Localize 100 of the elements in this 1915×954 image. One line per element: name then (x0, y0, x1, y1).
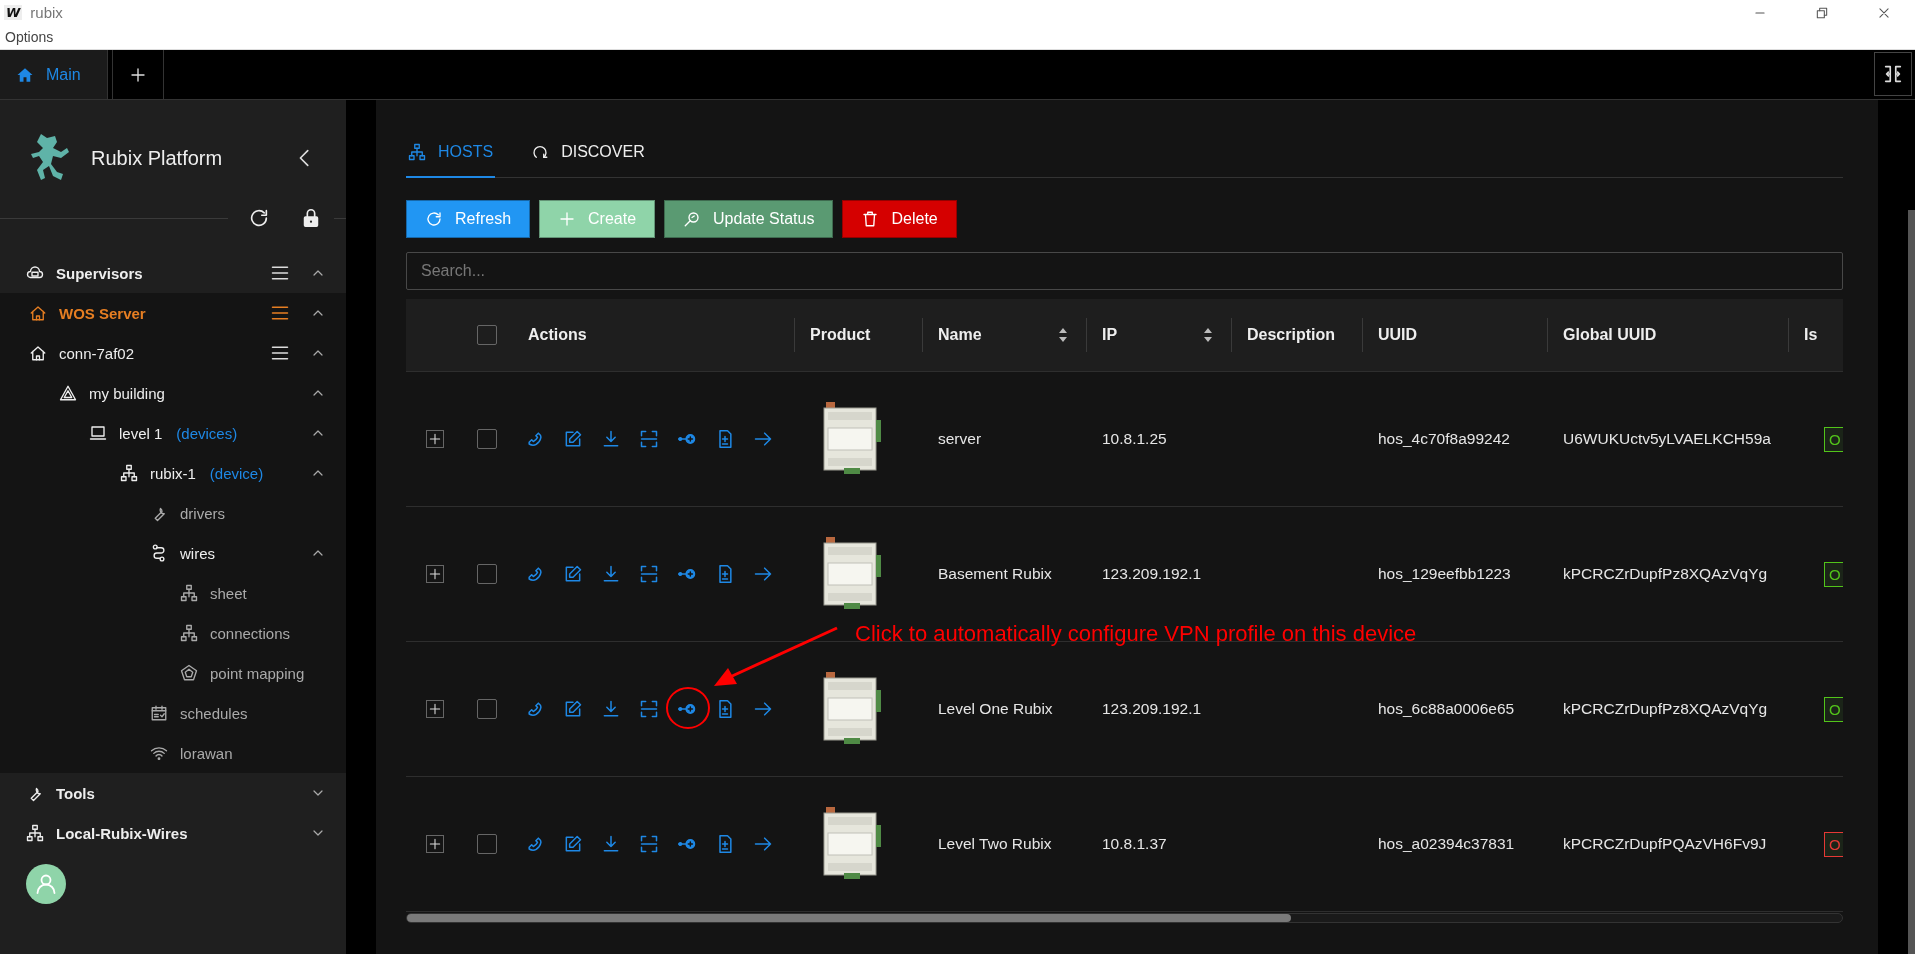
delete-button[interactable]: Delete (842, 200, 957, 238)
node-type-label: (devices) (176, 424, 238, 442)
hierarchy-icon (120, 464, 138, 482)
annotation-text: Click to automatically configure VPN profile on this device (855, 621, 1417, 647)
tree-item[interactable]: lorawan (150, 744, 233, 762)
table-cell: hos_129eefbb1223 (1378, 565, 1511, 583)
table-cell: 123.209.192.1 (1102, 565, 1202, 583)
tab[interactable]: HOSTS (406, 128, 496, 178)
download-icon[interactable] (601, 564, 621, 584)
tree-item[interactable]: wires (150, 544, 215, 562)
sort-icon[interactable] (1058, 327, 1068, 343)
app-tab[interactable]: Main (0, 50, 108, 99)
node-type-label: (device) (209, 464, 264, 482)
layout-toggle-button[interactable] (1874, 52, 1912, 96)
expand-row-button[interactable] (426, 430, 444, 448)
plus-icon (129, 65, 147, 84)
download-icon[interactable] (601, 834, 621, 854)
tree-item[interactable]: Tools (26, 784, 95, 802)
status-tag: O (1824, 831, 1843, 857)
download-icon[interactable] (601, 429, 621, 449)
row-checkbox[interactable] (477, 429, 497, 449)
table-cell: 10.8.1.37 (1102, 835, 1167, 853)
table-cell: hos_6c88a0006e65 (1378, 700, 1515, 718)
row-checkbox[interactable] (477, 834, 497, 854)
tree-item[interactable]: my building (59, 384, 165, 402)
arrow-right-icon[interactable] (753, 699, 773, 719)
edit-icon[interactable] (563, 834, 583, 854)
tree-item[interactable]: connections (180, 624, 291, 642)
tree-item[interactable]: WOS Server (29, 304, 146, 322)
search-field[interactable]: Search... (406, 252, 1843, 290)
table-cell: Level One Rubix (938, 700, 1053, 718)
tree-item[interactable]: schedules (150, 704, 248, 722)
hierarchy-icon (180, 584, 198, 602)
highlight-circle (666, 687, 710, 729)
row-checkbox[interactable] (477, 564, 497, 584)
table-cell: server (938, 430, 982, 448)
close-icon[interactable] (1877, 5, 1891, 20)
table-cell: hos_4c70f8a99242 (1378, 430, 1510, 448)
table-cell: U6WUKUctv5yLVAELKCH59a (1563, 430, 1771, 448)
trash-icon (861, 210, 880, 228)
phone-icon[interactable] (525, 699, 545, 719)
column-header: UUID (1378, 326, 1418, 344)
vertical-scrollbar[interactable] (1908, 210, 1915, 954)
column-header: Description (1247, 326, 1335, 344)
tree-item[interactable]: sheet (180, 584, 247, 602)
menu-icon (270, 303, 290, 323)
arrow-right-icon[interactable] (753, 834, 773, 854)
app-logo: W (4, 5, 23, 20)
edit-icon[interactable] (563, 699, 583, 719)
phone-icon[interactable] (525, 429, 545, 449)
tree-item[interactable]: rubix-1 (device) (120, 464, 264, 482)
tree-item[interactable]: point mapping (180, 664, 305, 682)
scan-icon[interactable] (639, 429, 659, 449)
arrow-right-icon[interactable] (753, 429, 773, 449)
phone-icon[interactable] (525, 564, 545, 584)
plus-icon (558, 210, 577, 228)
split-icon (1882, 63, 1904, 85)
refresh-button[interactable] (248, 207, 270, 229)
menu-item[interactable]: Options (0, 29, 59, 45)
tree-item[interactable]: Supervisors (26, 264, 143, 282)
select-all-checkbox[interactable] (477, 325, 497, 345)
house-icon (29, 304, 47, 322)
arrow-right-icon[interactable] (753, 564, 773, 584)
table-cell: kPCRCZrDupfPQAzVH6Fv9J (1563, 835, 1767, 853)
tree-item[interactable]: drivers (150, 504, 225, 522)
column-header: Global UUID (1563, 326, 1657, 344)
user-avatar[interactable] (26, 864, 66, 904)
expand-row-button[interactable] (426, 565, 444, 583)
restore-icon[interactable] (1815, 5, 1829, 20)
column-header[interactable]: IP (1102, 326, 1118, 344)
row-checkbox[interactable] (477, 699, 497, 719)
column-header: Actions (528, 326, 587, 344)
hierarchy-icon (408, 143, 426, 161)
circular-arrow-icon (531, 143, 550, 161)
phone-icon[interactable] (525, 834, 545, 854)
sort-icon[interactable] (1203, 327, 1213, 343)
tab[interactable]: DISCOVER (529, 128, 647, 178)
scan-icon[interactable] (639, 834, 659, 854)
tree-item[interactable]: level 1 (devices) (89, 424, 238, 442)
window-title: rubix (30, 4, 63, 21)
plus-icon (428, 567, 442, 581)
scan-icon[interactable] (639, 699, 659, 719)
menu-icon (270, 263, 290, 283)
table-cell: Basement Rubix (938, 565, 1052, 583)
menu-button[interactable] (270, 303, 290, 323)
tree-item[interactable]: conn-7af02 (29, 344, 135, 362)
horizontal-scrollbar[interactable] (406, 913, 1843, 923)
expand-row-button[interactable] (426, 835, 444, 853)
wifi-icon (150, 744, 168, 762)
edit-icon[interactable] (563, 429, 583, 449)
menu-button[interactable] (270, 263, 290, 283)
scan-icon[interactable] (639, 564, 659, 584)
column-header[interactable]: Name (938, 326, 982, 344)
download-icon[interactable] (601, 699, 621, 719)
tree-item[interactable]: Local-Rubix-Wires (26, 824, 188, 842)
column-header: Is (1804, 326, 1818, 344)
edit-icon[interactable] (563, 564, 583, 584)
expand-row-button[interactable] (426, 700, 444, 718)
magnifier-icon (683, 210, 702, 228)
menu-button[interactable] (270, 343, 290, 363)
